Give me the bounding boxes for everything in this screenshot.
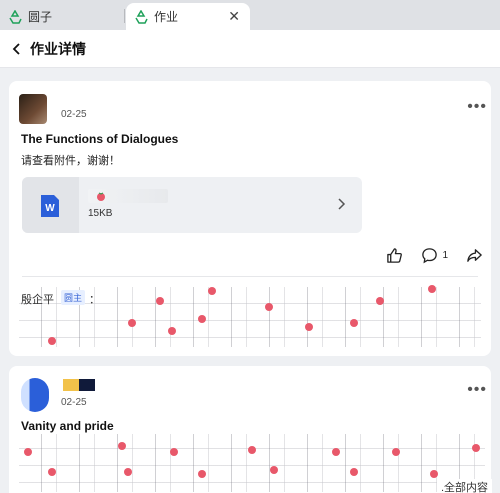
chevron-left-icon[interactable]	[10, 42, 24, 56]
tab-yuanzi[interactable]: 圆子	[0, 3, 124, 30]
browser-tab-strip: 圆子 作业 ✕	[0, 0, 500, 30]
comment-button[interactable]: 1	[421, 247, 448, 264]
strawberry-sticker-icon	[350, 468, 358, 476]
user-badge-icon	[63, 379, 79, 391]
strawberry-sticker-icon	[97, 192, 105, 201]
tab-label: 圆子	[28, 10, 53, 24]
comment-separator: ：	[89, 294, 100, 306]
tab-label: 作业	[154, 10, 179, 24]
post-title: Vanity and pride	[21, 419, 114, 433]
post-date: 02-25	[61, 397, 87, 408]
strawberry-sticker-icon	[48, 468, 56, 476]
close-icon[interactable]: ✕	[228, 8, 240, 24]
page-header: 作业详情	[0, 30, 500, 68]
view-all-content-link[interactable]: .全部内容	[437, 479, 493, 493]
recycle-icon	[135, 9, 148, 24]
strawberry-sticker-icon	[248, 446, 256, 454]
post-date: 02-25	[61, 109, 87, 120]
strawberry-sticker-icon	[48, 337, 56, 345]
strawberry-sticker-icon	[170, 448, 178, 456]
post-body: 请查看附件，谢谢！	[21, 155, 120, 167]
strawberry-sticker-icon	[428, 285, 436, 293]
strawberry-sticker-icon	[392, 448, 400, 456]
strawberry-sticker-icon	[156, 297, 164, 305]
strawberry-sticker-icon	[350, 319, 358, 327]
post-title: The Functions of Dialogues	[21, 132, 179, 146]
strawberry-sticker-icon	[208, 287, 216, 295]
chevron-right-icon	[338, 198, 346, 210]
comment-author[interactable]: 殷企平	[21, 291, 54, 307]
strawberry-sticker-icon	[270, 466, 278, 474]
post-actions: 1	[368, 245, 483, 265]
page-title: 作业详情	[30, 40, 86, 57]
attachment-card[interactable]: W 15KB	[22, 177, 362, 233]
strawberry-sticker-icon	[118, 442, 126, 450]
share-icon	[467, 248, 482, 262]
strawberry-sticker-icon	[124, 468, 132, 476]
comment-icon	[422, 247, 438, 263]
tab-separator	[124, 9, 125, 23]
post-card: 02-25 ••• The Functions of Dialogues 请查看…	[9, 81, 491, 356]
strawberry-sticker-icon	[198, 470, 206, 478]
strawberry-sticker-icon	[265, 303, 273, 311]
word-file-icon: W	[41, 195, 59, 217]
avatar[interactable]	[21, 378, 49, 412]
like-button[interactable]	[386, 247, 403, 264]
post-content-redacted	[19, 434, 485, 492]
strawberry-sticker-icon	[376, 297, 384, 305]
divider	[22, 276, 478, 277]
strawberry-sticker-icon	[128, 319, 136, 327]
recycle-icon	[9, 9, 22, 24]
user-badge-icon	[79, 379, 95, 391]
more-options-icon[interactable]: •••	[467, 381, 487, 399]
share-button[interactable]	[466, 247, 483, 264]
attachment-size: 15KB	[88, 208, 113, 219]
strawberry-sticker-icon	[430, 470, 438, 478]
tab-homework[interactable]: 作业 ✕	[126, 3, 250, 30]
strawberry-sticker-icon	[305, 323, 313, 331]
thumbs-up-icon	[387, 247, 403, 263]
strawberry-sticker-icon	[198, 315, 206, 323]
post-card: 02-25 ••• Vanity and pride	[9, 366, 491, 493]
strawberry-sticker-icon	[168, 327, 176, 335]
avatar[interactable]	[19, 94, 47, 124]
role-badge: 圆主	[61, 290, 86, 305]
strawberry-sticker-icon	[332, 448, 340, 456]
more-options-icon[interactable]: •••	[467, 98, 487, 116]
comment-count: 1	[442, 249, 448, 261]
strawberry-sticker-icon	[472, 444, 480, 452]
svg-text:W: W	[45, 203, 55, 214]
strawberry-sticker-icon	[24, 448, 32, 456]
